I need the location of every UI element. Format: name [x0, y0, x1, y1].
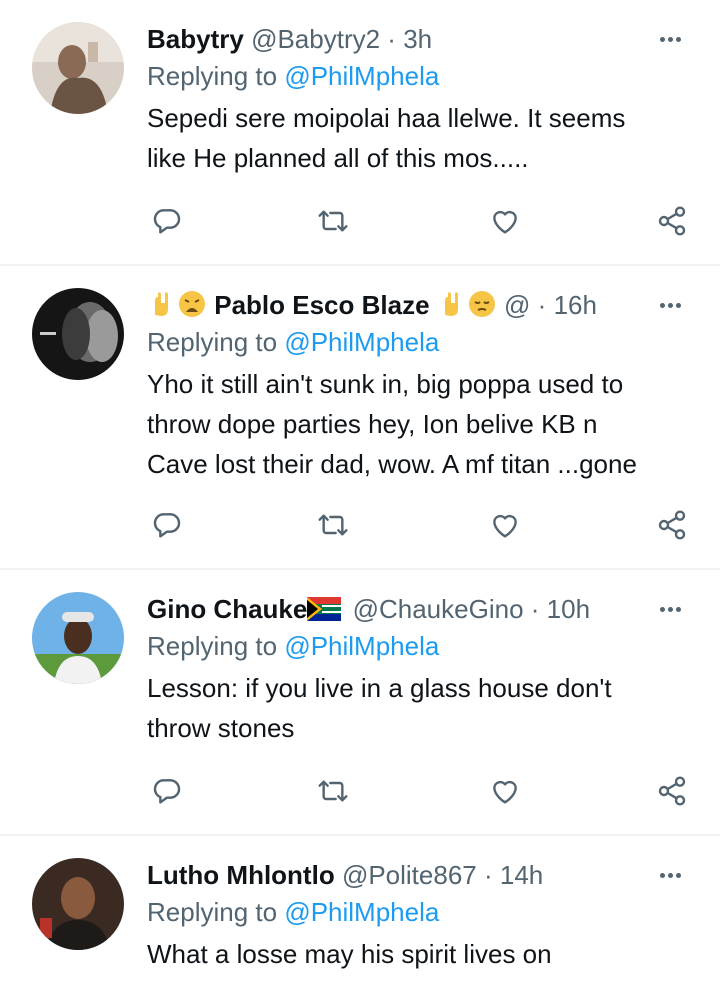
tweet[interactable]: Gino Chauke @ChaukeGino · 10h Replying t… — [0, 570, 720, 836]
tweet-text-line: Lesson: if you live in a glass house don… — [147, 673, 612, 703]
display-name[interactable]: Gino Chauke — [147, 594, 307, 624]
replying-to: Replying to @PhilMphela — [147, 324, 690, 360]
user-handle[interactable]: @ — [504, 290, 530, 320]
sign-of-horns-icon — [437, 289, 467, 319]
tweet-text-line: Sepedi sere moipolai haa llelwe. It seem… — [147, 103, 626, 133]
replying-to: Replying to @PhilMphela — [147, 58, 690, 94]
display-name[interactable]: Lutho Mhlontlo — [147, 860, 335, 890]
timestamp[interactable]: 10h — [547, 594, 590, 624]
more-icon[interactable] — [650, 590, 690, 628]
timestamp[interactable]: 3h — [403, 24, 432, 54]
tweet-header: Pablo Esco Blaze @ · 16h — [147, 286, 690, 324]
tweet-text-line: throw stones — [147, 713, 295, 743]
action-bar — [147, 771, 692, 811]
like-icon[interactable] — [485, 771, 525, 811]
replying-to-label: Replying to — [147, 897, 278, 927]
timestamp[interactable]: 16h — [554, 290, 597, 320]
timestamp[interactable]: 14h — [500, 860, 543, 890]
share-icon[interactable] — [652, 771, 692, 811]
reply-icon[interactable] — [147, 505, 187, 545]
tweet-text: Sepedi sere moipolai haa llelwe. It seem… — [147, 98, 690, 178]
separator-dot: · — [387, 24, 396, 54]
avatar[interactable] — [32, 22, 124, 114]
replying-to: Replying to @PhilMphela — [147, 894, 690, 930]
replying-to-label: Replying to — [147, 631, 278, 661]
tweet[interactable]: Pablo Esco Blaze @ · 16h Replying to @Ph… — [0, 266, 720, 570]
tweet-text: Yho it still ain't sunk in, big poppa us… — [147, 364, 690, 484]
tweet-header: Lutho Mhlontlo @Polite867 · 14h — [147, 856, 690, 894]
tweet-header: Gino Chauke @ChaukeGino · 10h — [147, 590, 690, 628]
tweet[interactable]: Lutho Mhlontlo @Polite867 · 14h Replying… — [0, 836, 720, 990]
action-bar — [147, 201, 692, 241]
replying-to-handle[interactable]: @PhilMphela — [284, 327, 439, 357]
user-handle[interactable]: @Babytry2 — [251, 24, 380, 54]
reply-icon[interactable] — [147, 771, 187, 811]
share-icon[interactable] — [652, 201, 692, 241]
reply-icon[interactable] — [147, 201, 187, 241]
display-name[interactable]: Babytry — [147, 24, 244, 54]
retweet-icon[interactable] — [313, 201, 353, 241]
more-icon[interactable] — [650, 20, 690, 58]
tweet-text-line: throw dope parties hey, Ion belive KB n — [147, 409, 598, 439]
user-handle[interactable]: @ChaukeGino — [353, 594, 524, 624]
replying-to: Replying to @PhilMphela — [147, 628, 690, 664]
sign-of-horns-icon — [147, 289, 177, 319]
avatar[interactable] — [32, 858, 124, 950]
retweet-icon[interactable] — [313, 505, 353, 545]
more-icon[interactable] — [650, 286, 690, 324]
pensive-face-icon — [467, 289, 497, 319]
like-icon[interactable] — [485, 201, 525, 241]
replying-to-handle[interactable]: @PhilMphela — [284, 61, 439, 91]
user-handle[interactable]: @Polite867 — [342, 860, 477, 890]
tweet-text: What a losse may his spirit lives on — [147, 934, 690, 974]
share-icon[interactable] — [652, 505, 692, 545]
more-icon[interactable] — [650, 856, 690, 894]
tweet-text: Lesson: if you live in a glass house don… — [147, 668, 690, 748]
tweet-text-line: like He planned all of this mos..... — [147, 143, 529, 173]
tweet-text-line: What a losse may his spirit lives on — [147, 939, 552, 969]
like-icon[interactable] — [485, 505, 525, 545]
separator-dot: · — [483, 860, 493, 890]
south-africa-flag-icon — [307, 593, 342, 621]
avatar[interactable] — [32, 592, 124, 684]
separator-dot: · — [530, 594, 540, 624]
action-bar — [147, 505, 692, 545]
tweet-header: Babytry @Babytry2 · 3h — [147, 20, 690, 58]
separator-dot: · — [537, 290, 547, 320]
avatar[interactable] — [32, 288, 124, 380]
weary-face-icon — [177, 289, 207, 319]
replying-to-label: Replying to — [147, 327, 278, 357]
tweet-text-line: Yho it still ain't sunk in, big poppa us… — [147, 369, 624, 399]
tweet[interactable]: Babytry @Babytry2 · 3h Replying to @Phil… — [0, 0, 720, 266]
replying-to-label: Replying to — [147, 61, 278, 91]
display-name[interactable]: Pablo Esco Blaze — [214, 290, 429, 320]
tweet-text-line: Cave lost their dad, wow. A mf titan ...… — [147, 449, 637, 479]
replying-to-handle[interactable]: @PhilMphela — [284, 897, 439, 927]
replying-to-handle[interactable]: @PhilMphela — [284, 631, 439, 661]
retweet-icon[interactable] — [313, 771, 353, 811]
